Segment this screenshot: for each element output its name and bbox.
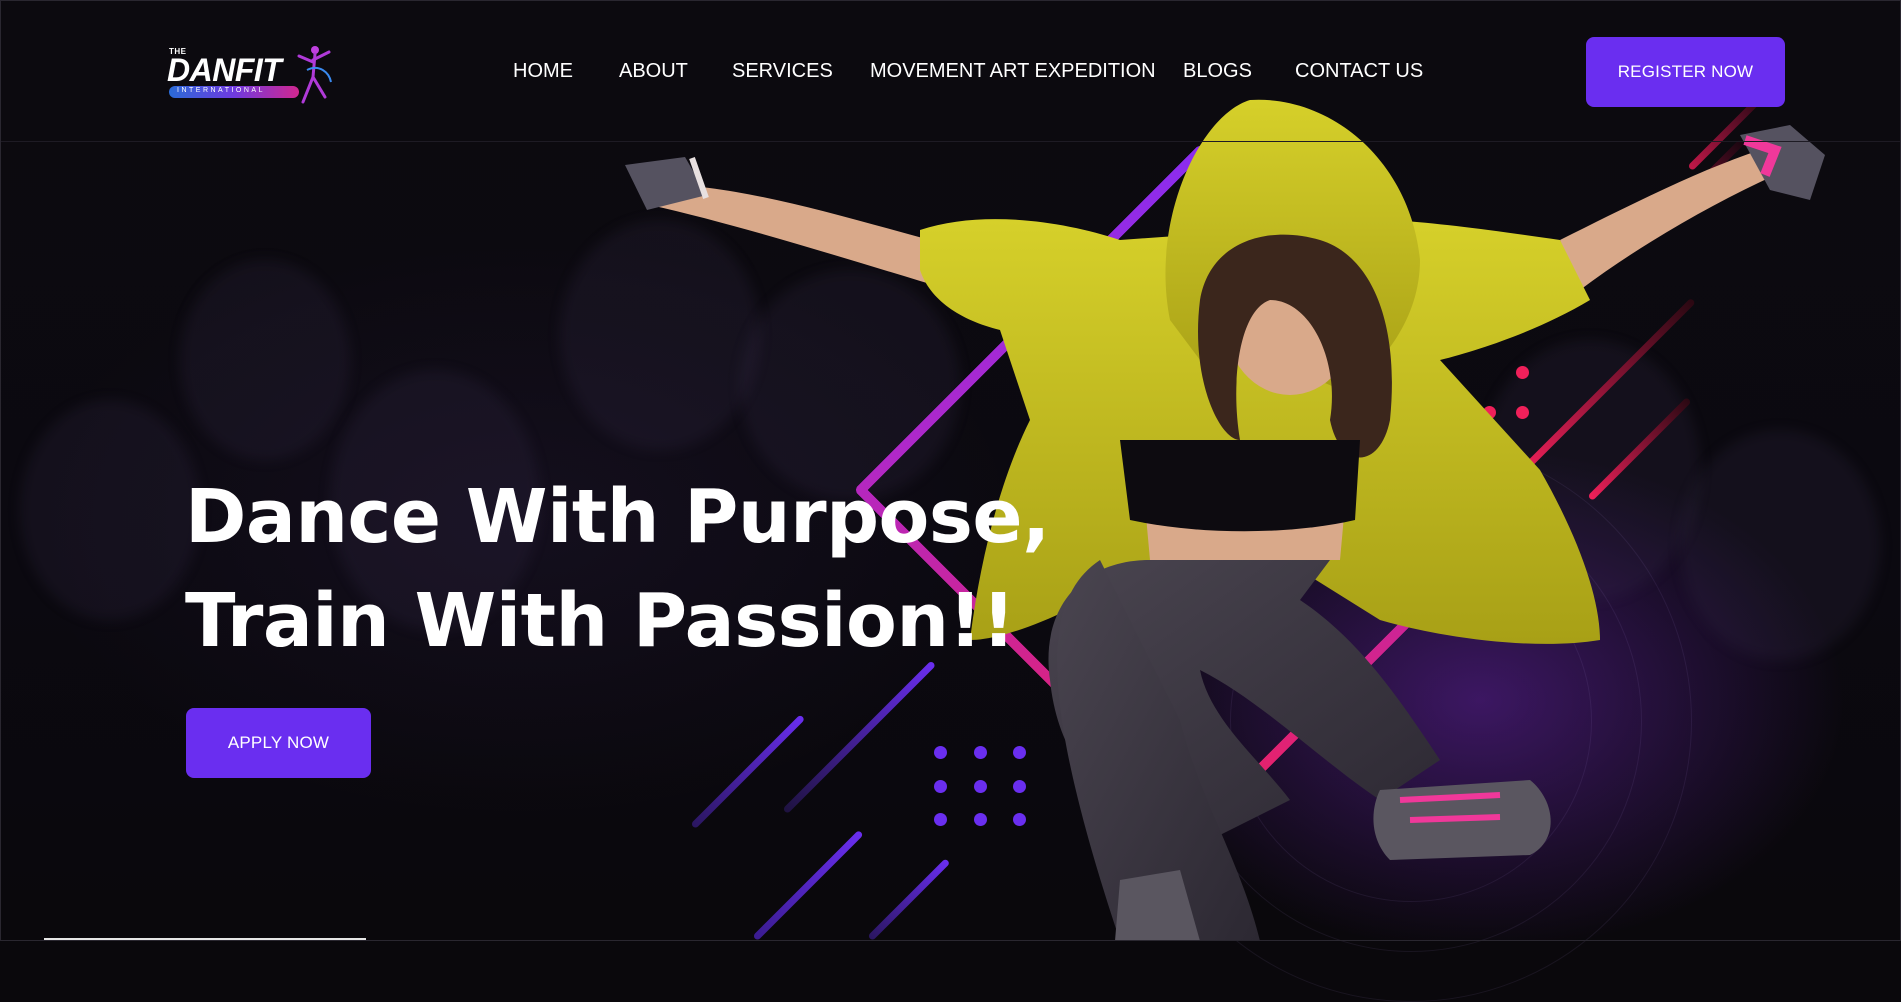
danfit-logo[interactable]: THE DANFIT INTERNATIONAL bbox=[167, 42, 332, 112]
apply-now-button[interactable]: APPLY NOW bbox=[186, 708, 371, 778]
dancer-logo-icon bbox=[297, 46, 332, 104]
crowd-silhouette bbox=[180, 260, 350, 460]
nav-about[interactable]: ABOUT bbox=[619, 60, 688, 83]
nav-movement-art-expedition[interactable]: MOVEMENT ART EXPEDITION bbox=[870, 60, 1156, 83]
hero-headline: Dance With Purpose, Train With Passion!! bbox=[185, 465, 1050, 673]
horizontal-scrollbar[interactable] bbox=[44, 938, 366, 940]
nav-services[interactable]: SERVICES bbox=[732, 60, 833, 83]
crowd-silhouette bbox=[20, 400, 200, 620]
hero-headline-line1: Dance With Purpose, bbox=[185, 474, 1050, 560]
logo-sub-text: INTERNATIONAL bbox=[177, 87, 265, 94]
nav-blogs[interactable]: BLOGS bbox=[1183, 60, 1252, 83]
nav-contact-us[interactable]: CONTACT US bbox=[1295, 60, 1423, 83]
hero-headline-line2: Train With Passion!! bbox=[185, 578, 1016, 664]
register-now-button[interactable]: REGISTER NOW bbox=[1586, 37, 1785, 107]
logo-main-text: DANFIT bbox=[167, 52, 282, 88]
nav-home[interactable]: HOME bbox=[513, 60, 573, 83]
site-header: THE DANFIT INTERNATIONAL HOME ABOUT SERV… bbox=[0, 0, 1901, 142]
